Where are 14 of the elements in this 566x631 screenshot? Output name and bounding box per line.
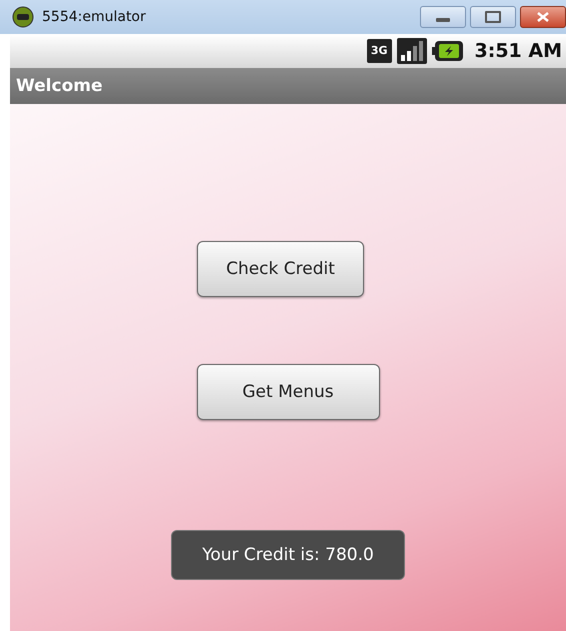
minimize-button[interactable] bbox=[420, 6, 466, 28]
toast-message: Your Credit is: 780.0 bbox=[171, 530, 405, 580]
network-type-icon: 3G bbox=[366, 38, 392, 64]
action-button[interactable]: Check Credit bbox=[197, 241, 364, 297]
app-title: Welcome bbox=[16, 76, 103, 96]
close-button[interactable] bbox=[520, 6, 566, 28]
battery-charging-icon bbox=[432, 40, 464, 62]
emulator-app-icon bbox=[12, 6, 34, 28]
action-button[interactable]: Get Menus bbox=[196, 364, 380, 420]
signal-icon bbox=[396, 38, 426, 64]
close-icon bbox=[537, 12, 549, 22]
maximize-button[interactable] bbox=[470, 6, 516, 28]
window-title: 5554:emulator bbox=[42, 9, 146, 25]
status-time: 3:51 AM bbox=[474, 40, 562, 62]
